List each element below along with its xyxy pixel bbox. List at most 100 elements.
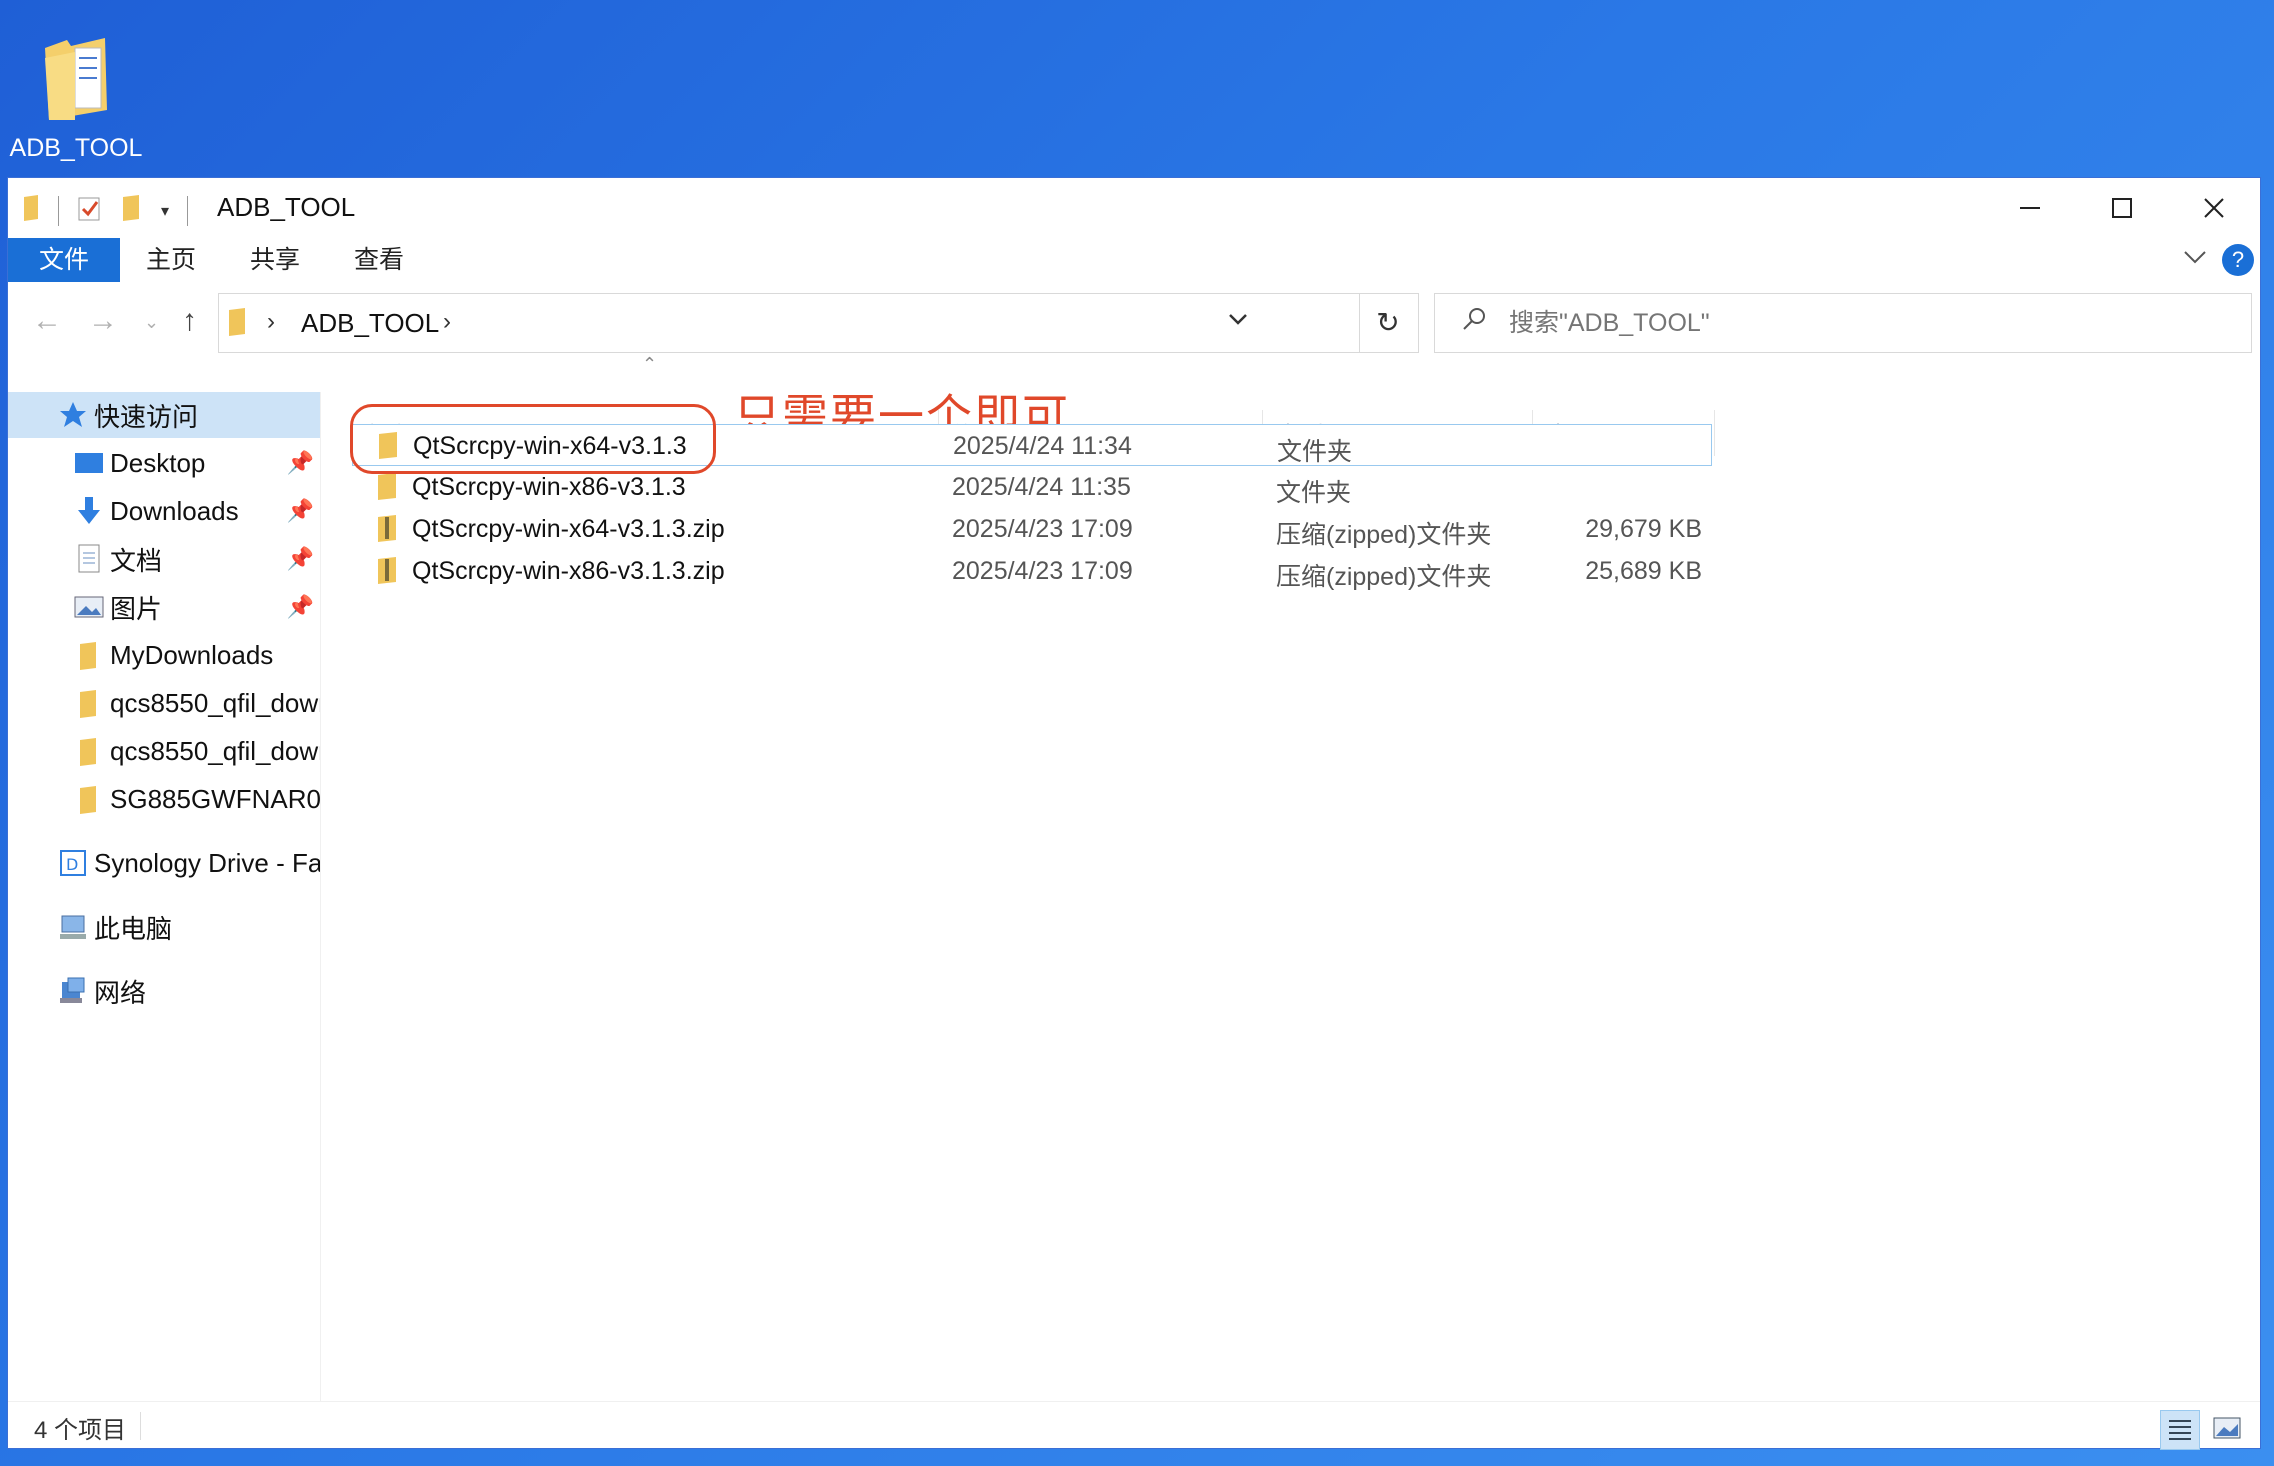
search-box[interactable] — [1434, 293, 2252, 353]
folder-icon — [74, 784, 104, 814]
divider — [140, 1412, 141, 1440]
address-dropdown-icon[interactable] — [1227, 308, 1249, 336]
item-count: 4 个项目 — [34, 1417, 127, 1444]
file-date: 2025/4/24 11:34 — [953, 432, 1132, 460]
ribbon-tabs: 文件 主页 共享 查看 ? — [8, 238, 2260, 286]
new-folder-icon[interactable] — [121, 195, 143, 226]
address-bar[interactable]: › ADB_TOOL › — [218, 293, 1360, 353]
sidebar-item-label: MyDownloads — [110, 639, 274, 670]
sidebar-item-label: Downloads — [110, 495, 239, 526]
sidebar-item-synology-drive[interactable]: D Synology Drive - Fa — [8, 840, 320, 886]
breadcrumb-chevron-icon[interactable]: › — [267, 308, 275, 336]
sidebar-item-downloads[interactable]: Downloads 📌 — [8, 488, 320, 534]
tab-home[interactable]: 主页 — [146, 238, 196, 282]
explorer-window: ▾ ADB_TOOL 文件 主页 共享 查看 ? ← → ⌄ ↑ › ADB_T… — [8, 178, 2260, 1450]
pin-icon[interactable]: 📌 — [287, 498, 314, 524]
sidebar-item-label: Synology Drive - Fa — [94, 847, 320, 878]
desktop-icon-label: ADB_TOOL — [9, 134, 143, 162]
window-title: ADB_TOOL — [217, 192, 356, 222]
sidebar-item-pictures[interactable]: 图片 📌 — [8, 584, 320, 630]
file-size: 29,679 KB — [1585, 515, 1702, 543]
file-name: QtScrcpy-win-x86-v3.1.3.zip — [412, 557, 725, 585]
sidebar-item-label: SG885GWFNAR01 — [110, 783, 320, 814]
customize-toolbar-icon[interactable]: ▾ — [161, 201, 169, 221]
breadcrumb[interactable]: ADB_TOOL — [301, 308, 439, 339]
maximize-button[interactable] — [2076, 178, 2168, 238]
sidebar-item-label: 快速访问 — [94, 401, 199, 432]
folder-icon — [74, 688, 104, 718]
download-icon — [74, 496, 104, 526]
recent-locations-icon[interactable]: ⌄ — [144, 312, 159, 333]
large-icons-view-icon[interactable] — [2208, 1410, 2246, 1448]
tab-file[interactable]: 文件 — [8, 238, 120, 282]
file-type: 文件夹 — [1276, 479, 1352, 507]
sidebar-item-qcs8550-1[interactable]: qcs8550_qfil_down — [8, 680, 320, 726]
annotation-circle — [350, 404, 716, 474]
sidebar-item-label: 网络 — [94, 977, 147, 1008]
file-type: 压缩(zipped)文件夹 — [1276, 521, 1492, 549]
divider — [58, 195, 59, 226]
sidebar-item-label: Desktop — [110, 447, 206, 478]
back-icon[interactable]: ← — [32, 304, 62, 338]
forward-icon[interactable]: → — [88, 304, 118, 338]
search-input[interactable] — [1507, 304, 2211, 342]
sidebar-item-label: 此电脑 — [94, 913, 173, 944]
file-row[interactable]: QtScrcpy-win-x86-v3.1.3.zip 2025/4/23 17… — [352, 550, 1712, 592]
zip-folder-icon — [374, 556, 400, 584]
pin-icon[interactable]: 📌 — [287, 450, 314, 476]
file-date: 2025/4/23 17:09 — [952, 557, 1133, 585]
pin-icon[interactable]: 📌 — [287, 546, 314, 572]
refresh-button[interactable]: ↻ — [1358, 293, 1419, 353]
document-icon — [74, 544, 104, 574]
minimize-button[interactable] — [1984, 178, 2076, 238]
divider — [187, 195, 189, 226]
synology-drive-icon: D — [58, 848, 88, 878]
sidebar-item-label: 图片 — [110, 593, 163, 624]
sidebar-item-network[interactable]: 网络 — [8, 968, 320, 1014]
file-type: 压缩(zipped)文件夹 — [1276, 563, 1492, 591]
help-icon[interactable]: ? — [2222, 244, 2254, 276]
sidebar-item-label: qcs8550_qfil_down — [110, 687, 320, 718]
sidebar-item-quick-access[interactable]: 快速访问 — [8, 392, 320, 438]
svg-text:D: D — [66, 855, 78, 874]
details-view-icon[interactable] — [2160, 1410, 2200, 1450]
network-icon — [58, 976, 88, 1006]
up-icon[interactable]: ↑ — [182, 304, 197, 338]
file-size: 25,689 KB — [1585, 557, 1702, 585]
sidebar-item-label: qcs8550_qfil_down — [110, 735, 320, 766]
navigation-bar: ← → ⌄ ↑ › ADB_TOOL › ↻ 只需要一个即可 — [8, 288, 2260, 442]
expand-ribbon-icon[interactable] — [2182, 244, 2208, 277]
desktop-folder-adb-tool[interactable]: ADB_TOOL — [8, 34, 144, 163]
properties-icon[interactable] — [77, 194, 103, 227]
desktop-icon — [74, 448, 104, 478]
file-date: 2025/4/23 17:09 — [952, 515, 1133, 543]
star-icon — [58, 400, 88, 430]
sidebar-item-sg885[interactable]: SG885GWFNAR01 — [8, 776, 320, 822]
sidebar-item-label: 文档 — [110, 545, 163, 576]
file-row[interactable]: QtScrcpy-win-x64-v3.1.3.zip 2025/4/23 17… — [352, 508, 1712, 550]
status-bar: 4 个项目 — [8, 1401, 2260, 1450]
close-button[interactable] — [2168, 178, 2260, 238]
navigation-pane: 快速访问 Desktop 📌 Downloads 📌 文档 📌 图片 📌 MyD… — [8, 392, 321, 1402]
sidebar-item-desktop[interactable]: Desktop 📌 — [8, 440, 320, 486]
title-bar: ▾ ADB_TOOL — [8, 178, 2260, 238]
computer-icon — [58, 912, 88, 942]
tab-share[interactable]: 共享 — [250, 238, 300, 282]
folder-icon — [227, 308, 247, 341]
file-name: QtScrcpy-win-x64-v3.1.3.zip — [412, 515, 725, 543]
sidebar-item-mydownloads[interactable]: MyDownloads — [8, 632, 320, 678]
file-name: QtScrcpy-win-x86-v3.1.3 — [412, 473, 686, 501]
folder-icon — [74, 640, 104, 670]
column-divider[interactable] — [1714, 410, 1715, 456]
folder-icon — [41, 34, 111, 124]
pin-icon[interactable]: 📌 — [287, 594, 314, 620]
breadcrumb-chevron-icon[interactable]: › — [443, 308, 451, 336]
zip-folder-icon — [374, 514, 400, 542]
file-date: 2025/4/24 11:35 — [952, 473, 1131, 501]
picture-icon — [74, 592, 104, 622]
sidebar-item-this-pc[interactable]: 此电脑 — [8, 904, 320, 950]
sidebar-item-documents[interactable]: 文档 📌 — [8, 536, 320, 582]
tab-view[interactable]: 查看 — [354, 238, 404, 282]
sidebar-item-qcs8550-2[interactable]: qcs8550_qfil_down — [8, 728, 320, 774]
folder-icon — [74, 736, 104, 766]
